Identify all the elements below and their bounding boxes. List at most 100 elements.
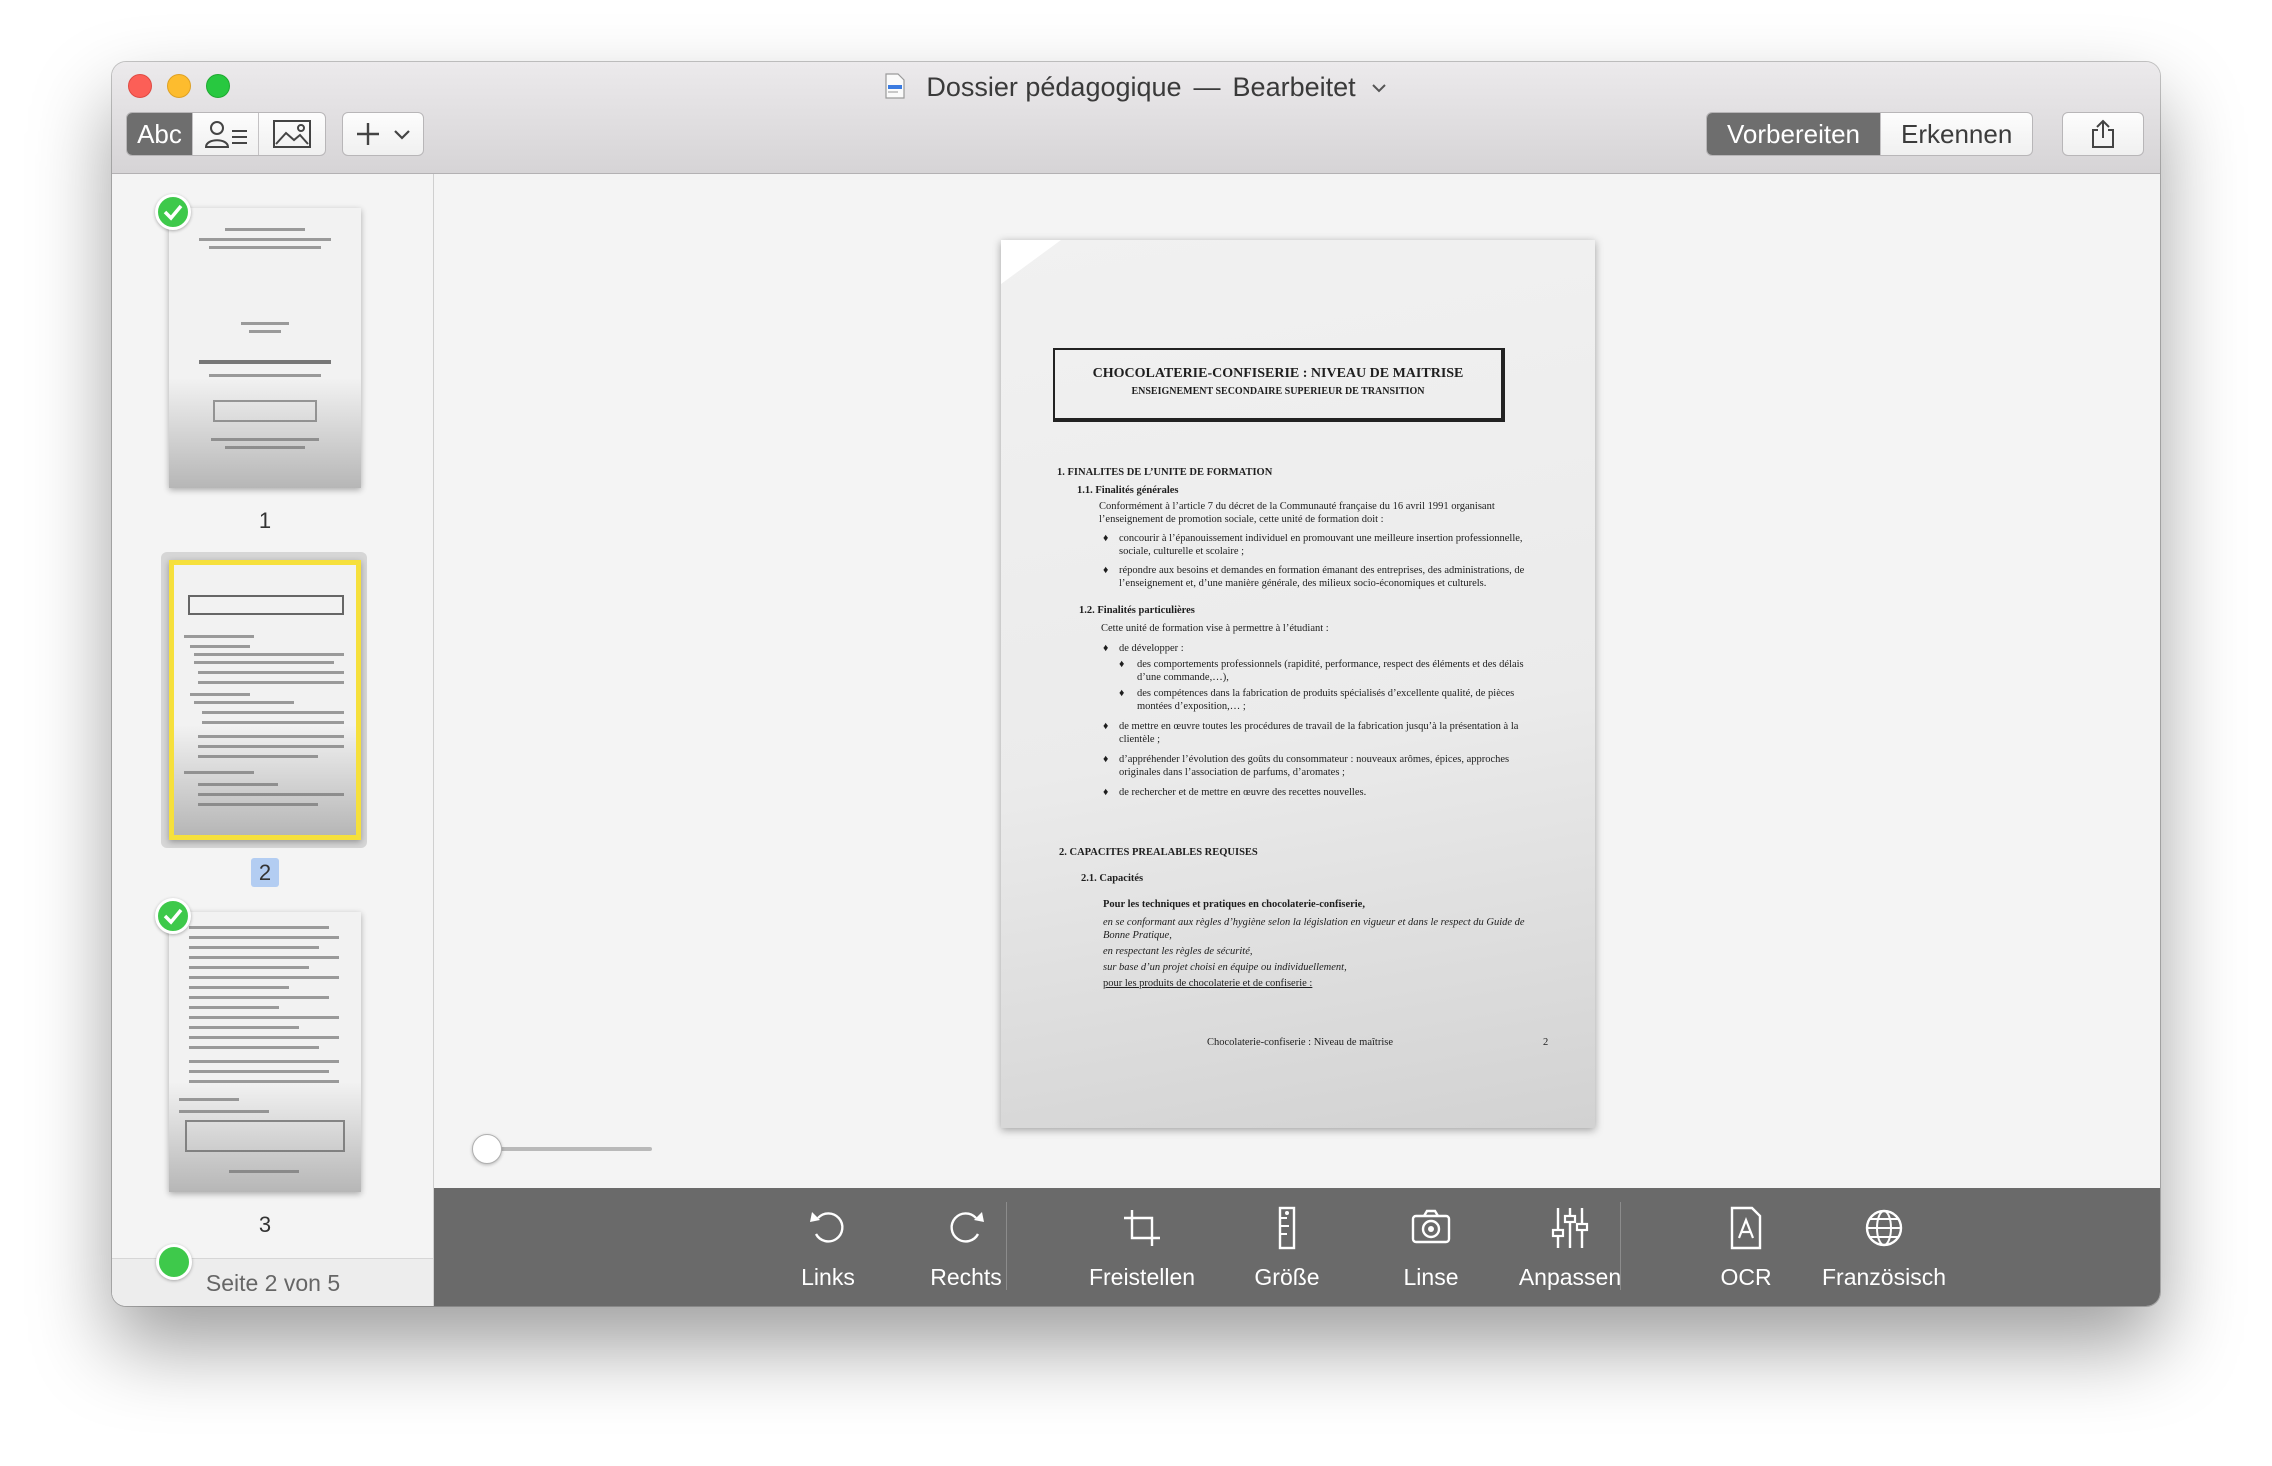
rotate-left-button[interactable]: Links <box>763 1188 893 1306</box>
rotate-left-label: Links <box>801 1264 855 1290</box>
paragraph-line: des compétences dans la fabrication de p… <box>1137 688 1515 699</box>
bullet-icon: ♦ <box>1103 754 1109 765</box>
chevron-down-icon[interactable] <box>1371 82 1387 94</box>
camera-icon <box>1411 1209 1451 1244</box>
rotate-right-label: Rechts <box>930 1264 1002 1290</box>
page-number-label: 3 <box>258 1212 272 1237</box>
recognize-tab[interactable]: Erkennen <box>1881 113 2032 155</box>
document-title-box: CHOCOLATERIE-CONFISERIE : NIVEAU DE MAIT… <box>1053 348 1505 422</box>
title-separator: — <box>1193 72 1221 102</box>
paragraph-line: d’une commande,…), <box>1137 672 1229 683</box>
adjust-button[interactable]: Anpassen <box>1505 1188 1635 1306</box>
picture-icon <box>273 120 311 148</box>
folded-corner <box>1001 240 1061 284</box>
paragraph-line: répondre aux besoins et demandes en form… <box>1119 565 1525 576</box>
crop-label: Freistellen <box>1088 1264 1196 1290</box>
rotate-left-icon <box>810 1212 844 1243</box>
crop-button[interactable]: Freistellen <box>1077 1188 1207 1306</box>
contact-mode-button[interactable] <box>193 113 259 155</box>
recognized-check-icon <box>156 1244 192 1280</box>
bullet-icon: ♦ <box>1119 659 1125 670</box>
bullet-icon: ♦ <box>1103 533 1109 544</box>
crop-icon <box>1124 1210 1160 1246</box>
document-preview-area[interactable]: CHOCOLATERIE-CONFISERIE : NIVEAU DE MAIT… <box>434 174 2160 1188</box>
page-thumbnail-sidebar[interactable]: 1 2 3 Seite 2 von 5 <box>112 174 434 1306</box>
paragraph-line: Conformément à l’article 7 du décret de … <box>1099 501 1495 512</box>
recognized-check-icon <box>155 898 191 934</box>
bullet-icon: ♦ <box>1103 643 1109 654</box>
paragraph-line: de rechercher et de mettre en œuvre des … <box>1119 787 1367 798</box>
page-thumbnail-image <box>169 208 361 488</box>
ocr-button[interactable]: OCR <box>1681 1188 1811 1306</box>
size-button[interactable]: Größe <box>1222 1188 1352 1306</box>
document-status: Bearbeitet <box>1232 72 1356 102</box>
zoom-slider-track[interactable] <box>482 1147 652 1151</box>
ocr-document-icon <box>1730 1206 1762 1250</box>
paragraph-line: originales dans l’association de parfums… <box>1119 767 1345 778</box>
paragraph-line: sur base d’un projet choisi en équipe ou… <box>1103 962 1347 973</box>
bullet-icon: ♦ <box>1103 787 1109 798</box>
bullet-icon: ♦ <box>1103 721 1109 732</box>
rotate-right-button[interactable]: Rechts <box>901 1188 1031 1306</box>
paragraph-line: clientèle ; <box>1119 734 1161 745</box>
app-window: Dossier pédagogique — Bearbeitet Abc Vor… <box>112 62 2160 1306</box>
selected-page-number: 2 <box>250 858 280 887</box>
prepare-tab[interactable]: Vorbereiten <box>1707 113 1881 155</box>
document-subtitle: ENSEIGNEMENT SECONDAIRE SUPERIEUR DE TRA… <box>1131 386 1425 397</box>
zoom-slider-knob[interactable] <box>472 1134 502 1164</box>
section-heading: 2. CAPACITES PREALABLES REQUISES <box>1059 847 1258 858</box>
globe-icon <box>1865 1209 1903 1247</box>
subsection-heading: 1.1. Finalités générales <box>1077 485 1179 496</box>
section-heading: 1. FINALITES DE L’UNITE DE FORMATION <box>1057 467 1273 478</box>
paragraph-line: pour les produits de chocolaterie et de … <box>1103 978 1313 989</box>
workflow-segment: Vorbereiten Erkennen <box>1706 112 2034 156</box>
sliders-icon <box>1551 1208 1589 1248</box>
ocr-label: OCR <box>1720 1264 1772 1290</box>
subsection-heading: 2.1. Capacités <box>1081 873 1144 884</box>
rotate-right-icon <box>950 1212 984 1243</box>
lens-label: Linse <box>1403 1264 1459 1290</box>
language-label: Französisch <box>1822 1264 1946 1290</box>
share-icon <box>2092 119 2114 148</box>
recognized-check-icon <box>155 194 191 230</box>
edit-toolbar: Links Rechts Freistellen Größe Linse Anp… <box>434 1188 2160 1306</box>
page-footer-number: 2 <box>1543 1037 1549 1048</box>
paragraph-line: Cette unité de formation vise à permettr… <box>1101 623 1329 634</box>
paragraph-line: d’appréhender l’évolution des goûts du c… <box>1119 754 1510 765</box>
paragraph-line: des comportements professionnels (rapidi… <box>1137 659 1524 670</box>
window-title[interactable]: Dossier pédagogique — Bearbeitet <box>112 72 2160 103</box>
zoom-slider[interactable] <box>472 1134 654 1164</box>
image-mode-button[interactable] <box>259 113 325 155</box>
document-icon <box>885 73 905 99</box>
share-button[interactable] <box>2063 113 2143 155</box>
page-number-label: 1 <box>258 508 272 533</box>
add-page-button[interactable] <box>343 113 423 155</box>
subsection-heading: 1.2. Finalités particulières <box>1079 605 1195 616</box>
bullet-icon: ♦ <box>1103 565 1109 576</box>
plus-icon <box>357 123 379 145</box>
size-label: Größe <box>1254 1264 1320 1290</box>
adjust-label: Anpassen <box>1518 1264 1622 1290</box>
paragraph-line: de développer : <box>1119 643 1184 654</box>
paragraph-line: concourir à l’épanouissement individuel … <box>1119 533 1523 544</box>
title-bar: Dossier pédagogique — Bearbeitet Abc Vor… <box>112 62 2160 174</box>
bullet-icon: ♦ <box>1119 688 1125 699</box>
paragraph-line: de mettre en œuvre toutes les procédures… <box>1119 721 1519 732</box>
view-mode-segment: Abc <box>126 112 326 156</box>
paragraph-line: Pour les techniques et pratiques en choc… <box>1103 899 1365 910</box>
ruler-icon <box>1278 1206 1296 1250</box>
document-title: CHOCOLATERIE-CONFISERIE : NIVEAU DE MAIT… <box>1092 366 1464 381</box>
toolbar-divider <box>1620 1202 1621 1290</box>
paragraph-line: sociale, culturelle et scolaire ; <box>1119 546 1245 557</box>
paragraph-line: en se conformant aux règles d’hygiène se… <box>1103 917 1525 928</box>
page-thumbnail-image <box>169 560 361 840</box>
add-page-segment <box>342 112 424 156</box>
toolbar-divider <box>1006 1202 1007 1290</box>
text-mode-button[interactable]: Abc <box>127 113 193 155</box>
language-button[interactable]: Französisch <box>1819 1188 1949 1306</box>
chevron-down-icon <box>394 130 410 140</box>
lens-button[interactable]: Linse <box>1366 1188 1496 1306</box>
page-preview[interactable]: CHOCOLATERIE-CONFISERIE : NIVEAU DE MAIT… <box>1001 240 1595 1128</box>
paragraph-line: l’enseignement et, d’une manière général… <box>1119 578 1487 589</box>
paragraph-line: Bonne Pratique, <box>1103 930 1172 941</box>
